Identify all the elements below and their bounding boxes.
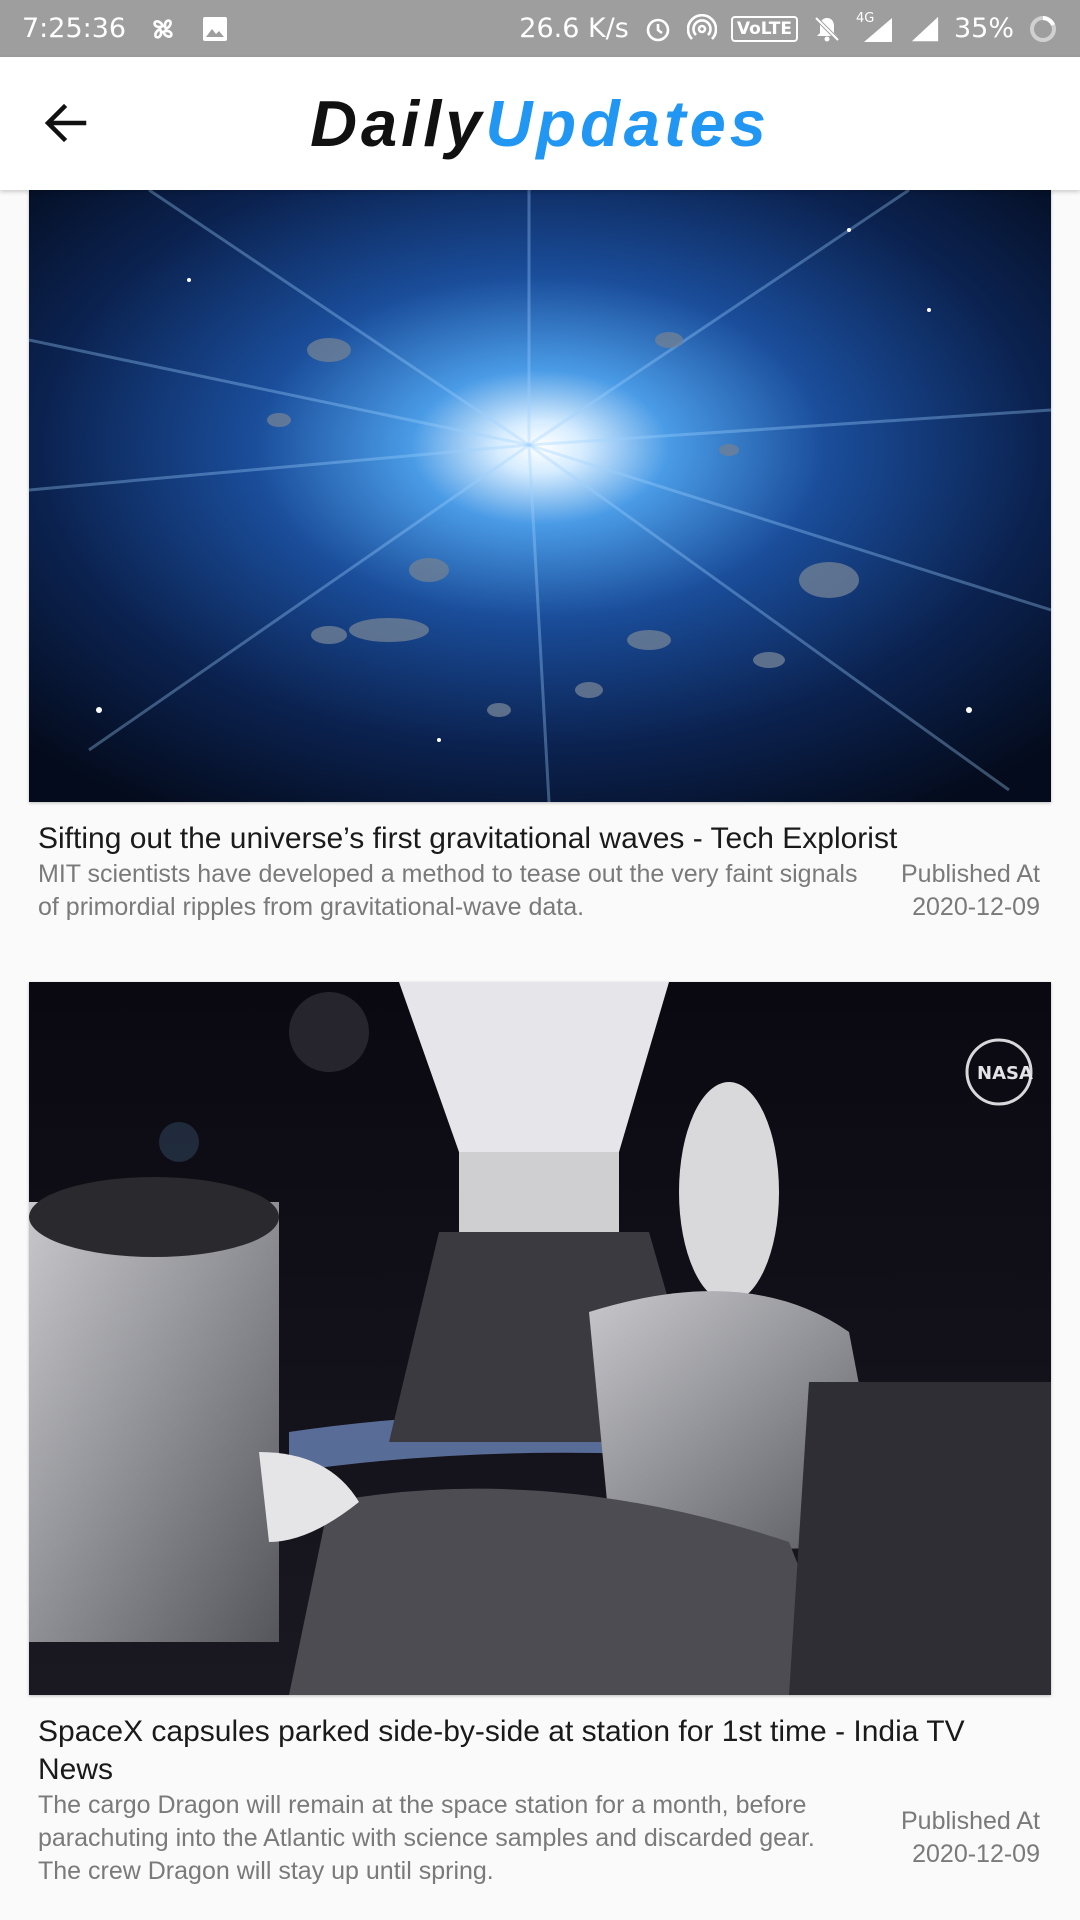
status-time: 7:25:36 [22, 13, 127, 44]
battery-percent: 35% [953, 13, 1014, 44]
app-bar: DailyUpdates [0, 57, 1080, 190]
space-explosion-image [29, 190, 1051, 802]
published-label: Published At [901, 860, 1040, 888]
signal-4g-icon: 4G [856, 11, 896, 44]
published-info: Published At 2020-12-09 [870, 858, 1040, 924]
net-speed: 26.6 K/s [519, 13, 629, 44]
hotspot-icon [686, 13, 717, 44]
app-title-daily: Daily [310, 87, 486, 160]
article-description: The cargo Dragon will remain at the spac… [38, 1791, 815, 1885]
published-label: Published At [901, 1807, 1040, 1835]
article-title[interactable]: SpaceX capsules parked side-by-side at s… [38, 1713, 1038, 1789]
article-image[interactable]: NASA [29, 982, 1051, 1695]
fan-icon [148, 14, 178, 44]
alarm-icon [643, 14, 673, 44]
app-title-updates: Updates [485, 87, 770, 160]
battery-ring-icon [1028, 14, 1058, 44]
arrow-back-icon [44, 103, 87, 143]
gallery-icon [200, 14, 230, 44]
svg-text:NASA: NASA [977, 1063, 1033, 1084]
news-feed[interactable]: Sifting out the universe’s first gravita… [0, 190, 1080, 1920]
published-info: Published At 2020-12-09 [870, 1805, 1040, 1871]
article-image[interactable] [29, 190, 1051, 802]
status-bar: 7:25:36 26.6 K/s VoLTE 4G 35% [0, 0, 1080, 57]
volte-badge: VoLTE [730, 15, 798, 42]
news-card[interactable]: Sifting out the universe’s first gravita… [0, 190, 1080, 950]
article-description: MIT scientists have developed a method t… [38, 860, 858, 921]
app-title: DailyUpdates [0, 86, 1080, 161]
published-date: 2020-12-09 [912, 893, 1040, 921]
spacex-dragon-image: NASA [29, 982, 1051, 1695]
mute-bell-icon [812, 14, 842, 44]
back-button[interactable] [36, 93, 96, 153]
signal-icon [910, 14, 940, 44]
published-date: 2020-12-09 [912, 1840, 1040, 1868]
news-card[interactable]: NASA SpaceX capsules parked side-by-side… [0, 982, 1080, 1920]
article-title[interactable]: Sifting out the universe’s first gravita… [38, 820, 1048, 858]
